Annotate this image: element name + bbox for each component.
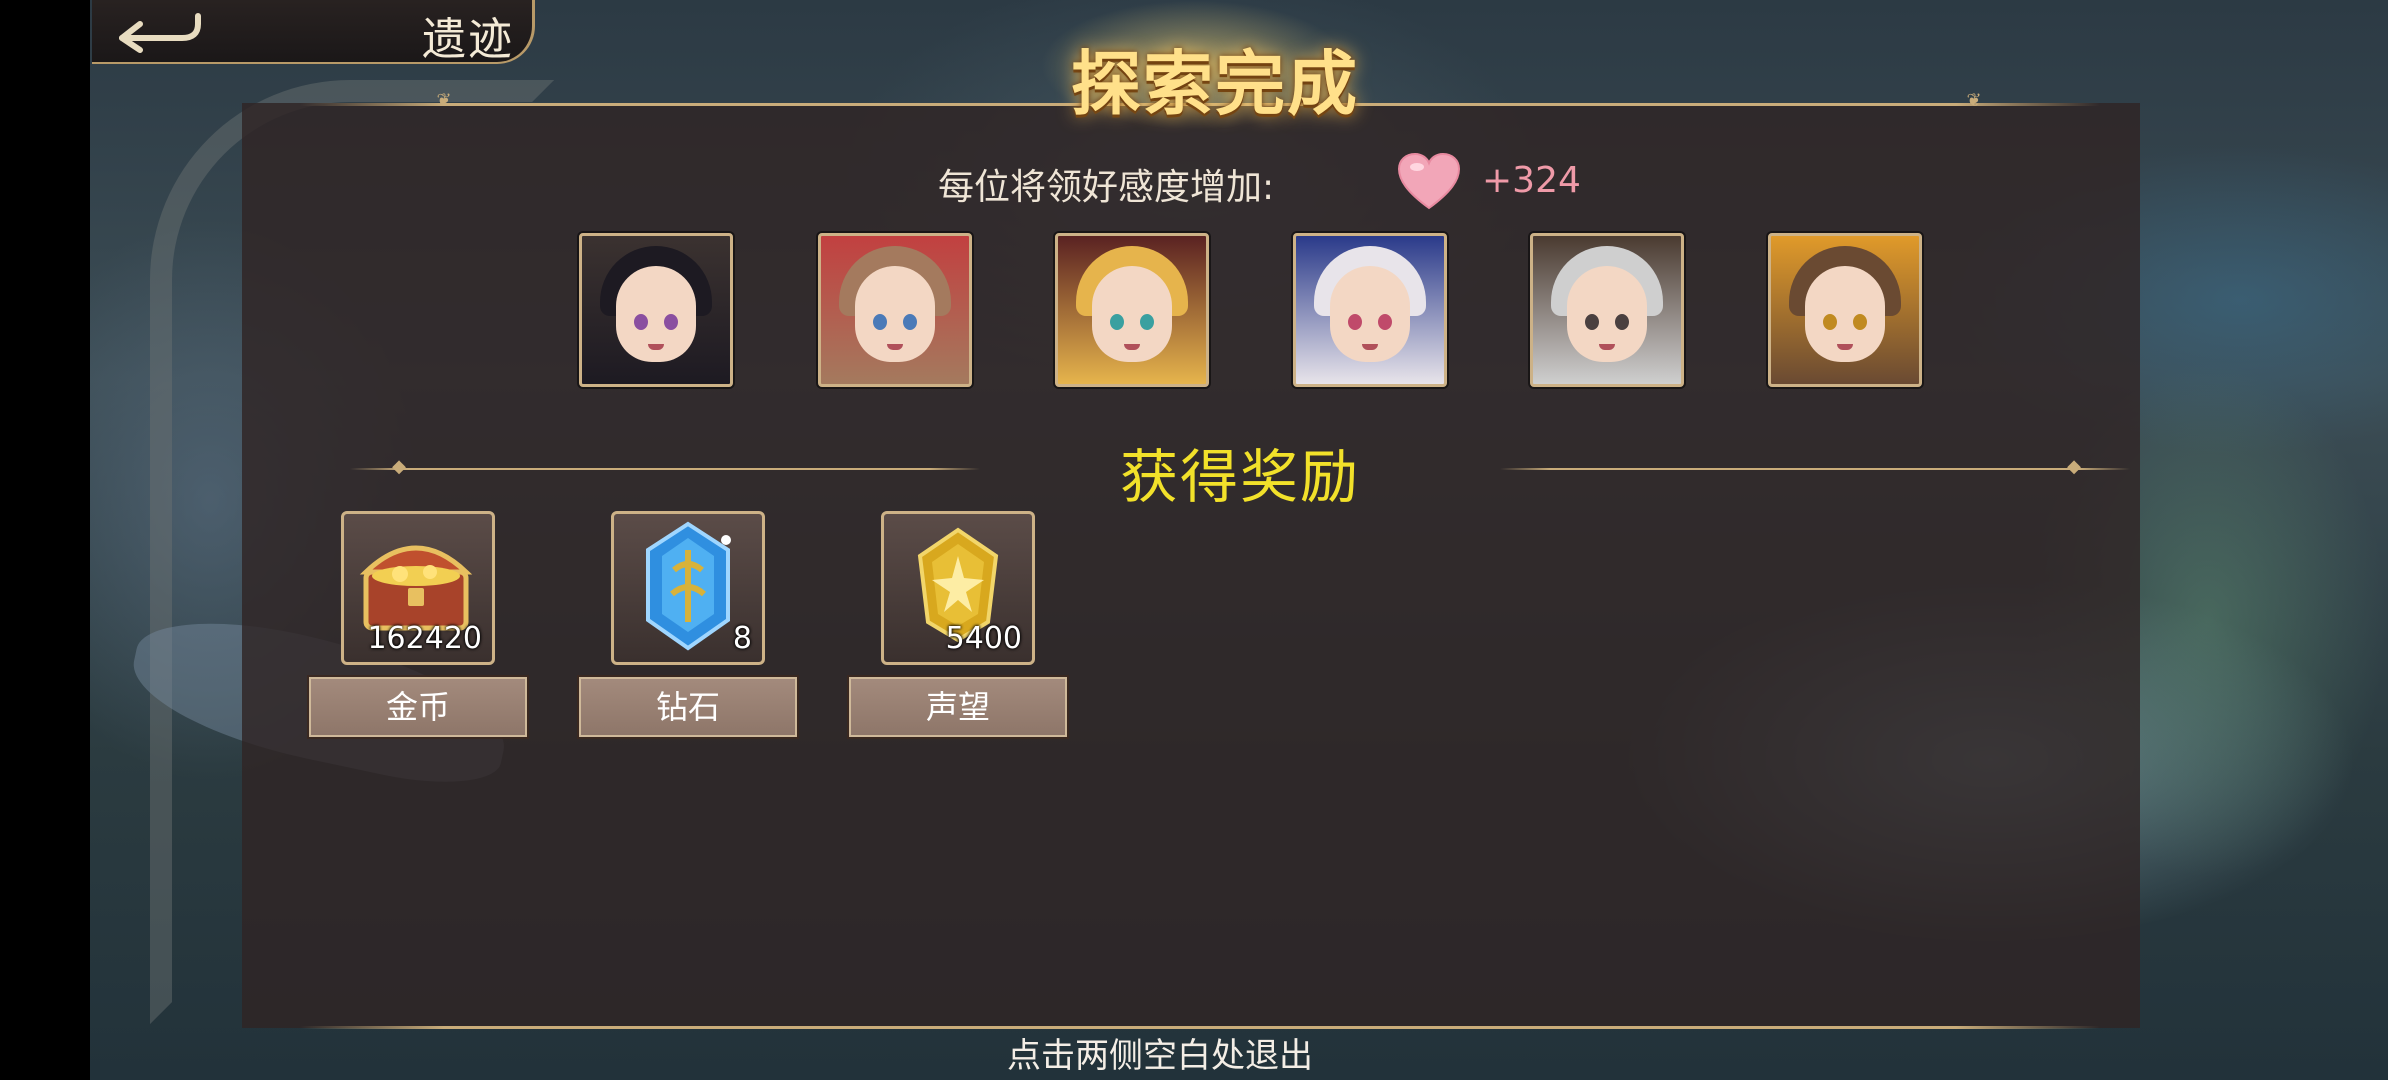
reward-diamond-count: 8 [732, 621, 752, 656]
rewards-divider-ornament-left: ◆ [392, 456, 406, 477]
reward-reputation-count: 5400 [945, 621, 1022, 656]
rewards-divider-left [350, 468, 980, 470]
affinity-value: +324 [1482, 160, 1581, 201]
reward-gold-label: 金币 [309, 677, 527, 737]
exit-hint: 点击两侧空白处退出 [1007, 1036, 1313, 1076]
reward-reputation-slot[interactable]: 5400 [881, 511, 1035, 665]
hero-portrait-4[interactable] [1293, 233, 1447, 387]
rewards-title: 获得奖励 [1119, 443, 1360, 511]
hero-portrait-5[interactable] [1530, 233, 1684, 387]
back-arrow-icon[interactable] [112, 8, 202, 54]
reward-diamond-label: 钻石 [579, 677, 797, 737]
exploration-complete-banner: 探索完成 [1071, 42, 1359, 125]
back-tab: 遗迹 [92, 0, 535, 65]
heart-icon [1397, 152, 1461, 210]
hero-portrait-2[interactable] [818, 233, 972, 387]
reward-gold-count: 162420 [367, 621, 482, 656]
hero-portrait-1[interactable] [579, 233, 733, 387]
reward-gold-slot[interactable]: 162420 [341, 511, 495, 665]
hero-portrait-6[interactable] [1768, 233, 1922, 387]
panel-top-ornament-right: ❦ [1966, 90, 1982, 111]
hero-portrait-3[interactable] [1055, 233, 1209, 387]
affinity-label: 每位将领好感度增加: [938, 167, 1275, 208]
rewards-divider-right [1500, 468, 2130, 470]
rewards-divider-ornament-right: ◆ [2067, 456, 2081, 477]
reward-reputation-label: 声望 [849, 677, 1067, 737]
page-title: 遗迹 [422, 14, 514, 65]
panel-top-ornament-left: ❦ [436, 90, 452, 111]
reward-diamond-slot[interactable]: 8 [611, 511, 765, 665]
